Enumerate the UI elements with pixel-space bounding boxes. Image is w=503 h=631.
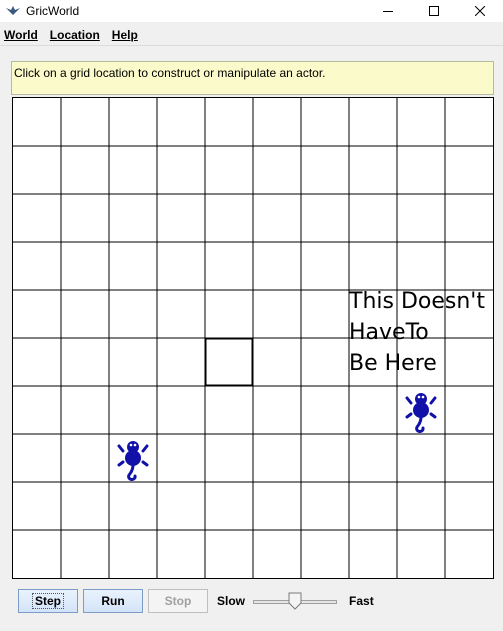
menu-bar: World Location Help [0, 24, 503, 46]
overlay-line: Be Here [349, 351, 437, 376]
menu-help[interactable]: Help [112, 28, 138, 42]
overlay-text: This Doesn't HaveTo Be Here [349, 286, 485, 379]
speed-slider[interactable] [253, 591, 338, 611]
run-label: Run [101, 594, 125, 608]
slow-label: Slow [217, 594, 246, 608]
fast-label: Fast [349, 594, 374, 608]
overlay-line: This Doesn't [349, 289, 485, 314]
message-bar: Click on a grid location to construct or… [11, 61, 494, 95]
step-button[interactable]: Step [18, 589, 78, 613]
close-button[interactable] [457, 0, 503, 22]
maximize-icon [429, 6, 439, 16]
selected-cell[interactable] [204, 337, 254, 387]
minimize-button[interactable] [365, 0, 411, 22]
slider-thumb[interactable] [288, 592, 302, 610]
control-panel: Step Run Stop Slow Fast [12, 582, 494, 620]
menu-world[interactable]: World [4, 28, 38, 42]
minimize-icon [383, 11, 393, 12]
run-button[interactable]: Run [83, 589, 143, 613]
overlay-line: HaveTo [349, 320, 429, 345]
title-bar: GricWorld [0, 0, 503, 22]
bug-icon [6, 5, 20, 17]
window-title: GricWorld [26, 4, 80, 18]
maximize-button[interactable] [411, 0, 457, 22]
critter-icon[interactable] [405, 393, 437, 433]
close-icon [475, 6, 485, 16]
critter-icon[interactable] [117, 441, 149, 481]
world-grid[interactable]: This Doesn't HaveTo Be Here [12, 97, 494, 579]
stop-button[interactable]: Stop [148, 589, 208, 613]
menu-location[interactable]: Location [50, 28, 100, 42]
step-label: Step [31, 593, 64, 609]
stop-label: Stop [164, 594, 192, 608]
